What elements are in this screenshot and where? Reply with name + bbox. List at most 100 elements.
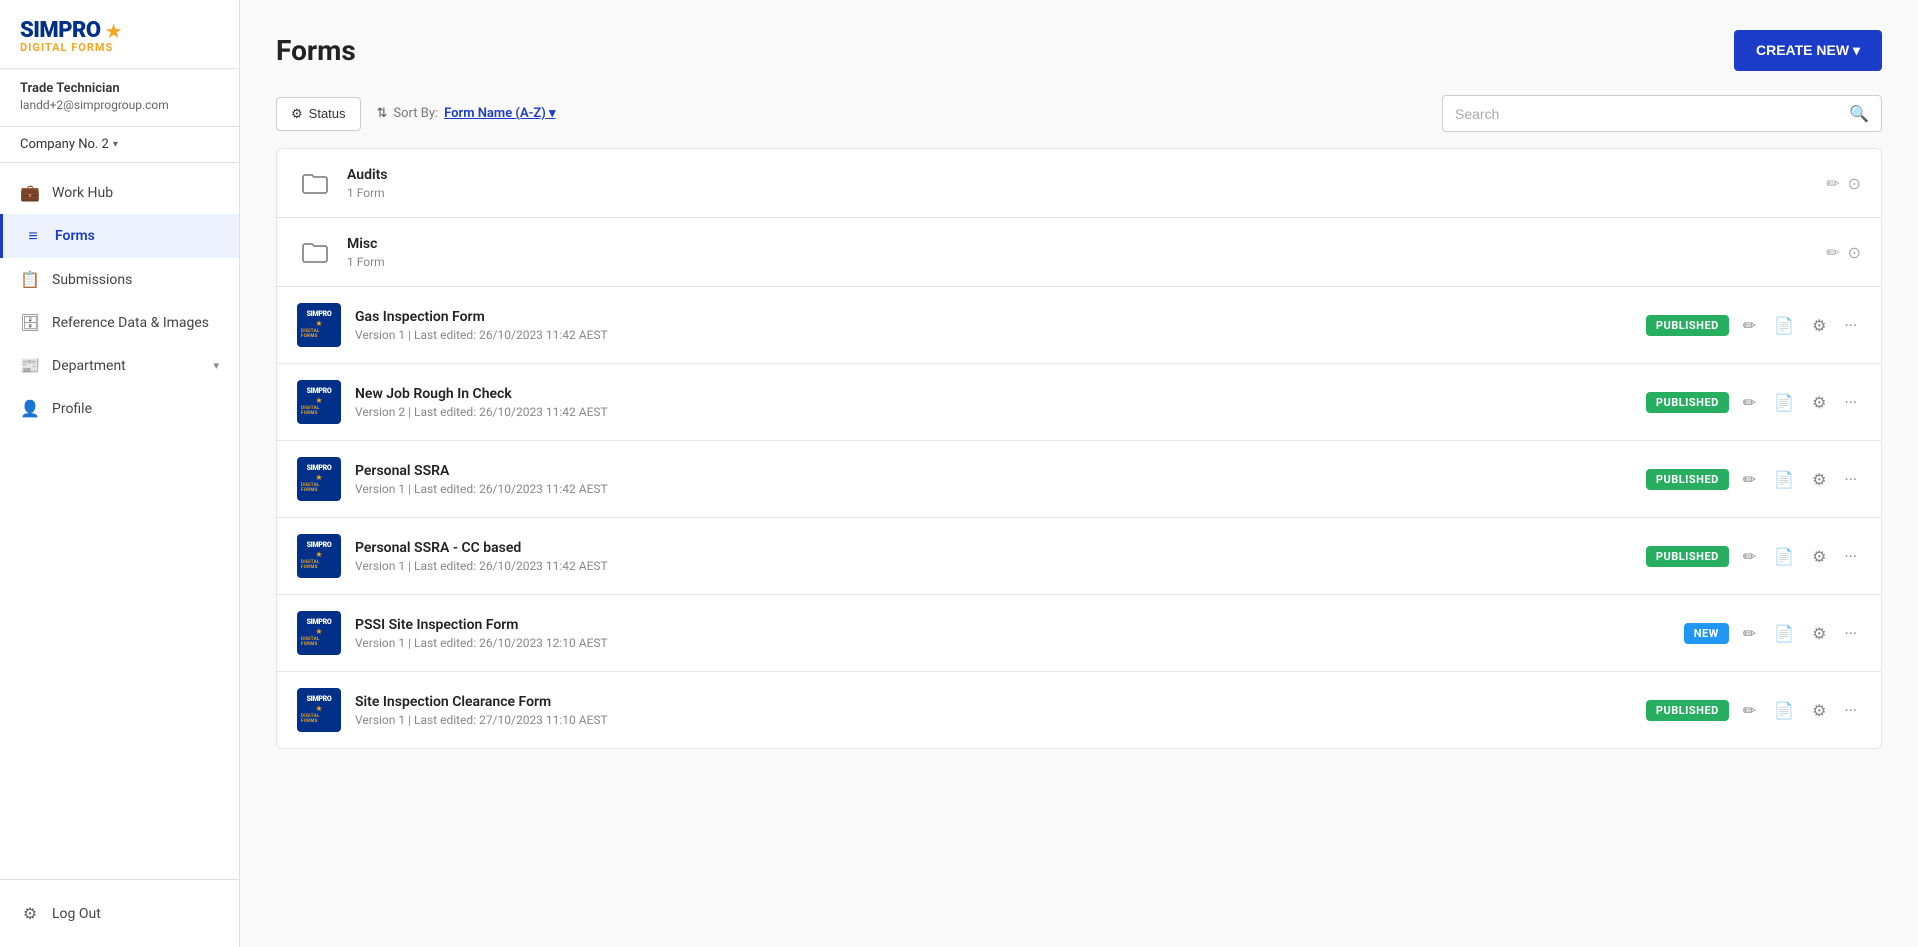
form-item: SIMPRO ★ DIGITAL FORMS Personal SSRA - C… [276,517,1882,594]
department-icon: 📰 [20,356,40,375]
form-logo: SIMPRO ★ DIGITAL FORMS [297,688,341,732]
sidebar-item-logout[interactable]: ⚙ Log Out [0,892,239,935]
toolbar: ⚙ Status ⇅ Sort By: Form Name (A-Z) ▾ 🔍 [276,95,1882,132]
document-icon[interactable]: 📄 [1770,620,1798,647]
edit-icon[interactable]: ✏ [1739,620,1760,647]
form-logo: SIMPRO ★ DIGITAL FORMS [297,380,341,424]
folder-icon [297,234,333,270]
edit-icon[interactable]: ✏ [1739,697,1760,724]
settings-icon[interactable]: ⚙ [1808,620,1830,647]
status-badge: PUBLISHED [1646,546,1729,567]
sidebar-nav: 💼 Work Hub ≡ Forms 📋 Submissions 🗄 Refer… [0,163,239,879]
status-label: Status [309,106,346,121]
form-meta: Version 1 | Last edited: 26/10/2023 11:4… [355,559,1632,573]
sidebar-item-reference-data[interactable]: 🗄 Reference Data & Images [0,301,239,344]
form-actions: PUBLISHED ✏ 📄 ⚙ ··· [1646,466,1861,493]
sidebar-item-work-hub[interactable]: 💼 Work Hub [0,171,239,214]
edit-icon[interactable]: ✏ [1739,466,1760,493]
form-actions: PUBLISHED ✏ 📄 ⚙ ··· [1646,389,1861,416]
department-chevron-icon: ▾ [213,359,219,372]
sidebar-item-label: Profile [52,401,92,417]
folder-name: Audits [347,167,1812,183]
more-icon[interactable]: ··· [1840,466,1861,493]
more-icon[interactable]: ··· [1840,543,1861,570]
sidebar-item-forms[interactable]: ≡ Forms [0,214,239,258]
sidebar: SIMPRO ★ DIGITAL FORMS Trade Technician … [0,0,240,947]
form-info: Personal SSRA Version 1 | Last edited: 2… [355,463,1632,496]
form-logo: SIMPRO ★ DIGITAL FORMS [297,457,341,501]
page-header: Forms CREATE NEW ▾ [276,30,1882,71]
company-selector[interactable]: Company No. 2 ▾ [0,127,239,163]
document-icon[interactable]: 📄 [1770,312,1798,339]
edit-icon[interactable]: ✏ [1739,312,1760,339]
status-badge: PUBLISHED [1646,315,1729,336]
settings-icon[interactable]: ⚙ [1808,697,1830,724]
status-badge: PUBLISHED [1646,700,1729,721]
form-name: Gas Inspection Form [355,309,1632,325]
sidebar-item-label: Forms [55,228,95,244]
document-icon[interactable]: 📄 [1770,697,1798,724]
forms-list: Audits 1 Form ✏ ⊙ Misc 1 Form ✏ ⊙ [276,148,1882,749]
settings-icon[interactable]: ⚙ [1808,543,1830,570]
logo-star-icon: ★ [105,19,123,43]
user-email: landd+2@simprogroup.com [20,98,219,112]
settings-folder-icon[interactable]: ⊙ [1848,174,1861,193]
sidebar-item-label: Work Hub [52,185,113,201]
search-input[interactable] [1455,106,1849,122]
more-icon[interactable]: ··· [1840,697,1861,724]
form-info: Personal SSRA - CC based Version 1 | Las… [355,540,1632,573]
settings-folder-icon[interactable]: ⊙ [1848,243,1861,262]
edit-icon[interactable]: ✏ [1739,543,1760,570]
page-title: Forms [276,34,356,67]
create-new-button[interactable]: CREATE NEW ▾ [1734,30,1882,71]
folder-item-misc: Misc 1 Form ✏ ⊙ [276,217,1882,286]
profile-icon: 👤 [20,399,40,418]
form-name: Personal SSRA - CC based [355,540,1632,556]
document-icon[interactable]: 📄 [1770,466,1798,493]
main-content: Forms CREATE NEW ▾ ⚙ Status ⇅ Sort By: F… [240,0,1918,947]
sort-prefix-label: Sort By: [393,106,438,121]
search-box: 🔍 [1442,95,1882,132]
folder-info: Audits 1 Form [347,167,1812,200]
status-badge: PUBLISHED [1646,469,1729,490]
edit-folder-icon[interactable]: ✏ [1826,174,1839,193]
sidebar-bottom: ⚙ Log Out [0,879,239,947]
logo-area: SIMPRO ★ DIGITAL FORMS [0,0,239,69]
user-name: Trade Technician [20,81,219,96]
form-item: SIMPRO ★ DIGITAL FORMS Personal SSRA Ver… [276,440,1882,517]
edit-icon[interactable]: ✏ [1739,389,1760,416]
status-badge: NEW [1684,623,1729,644]
forms-icon: ≡ [23,226,43,246]
form-item: SIMPRO ★ DIGITAL FORMS Site Inspection C… [276,671,1882,749]
form-meta: Version 1 | Last edited: 26/10/2023 11:4… [355,328,1632,342]
edit-folder-icon[interactable]: ✏ [1826,243,1839,262]
settings-icon[interactable]: ⚙ [1808,466,1830,493]
reference-data-icon: 🗄 [20,313,40,332]
form-logo: SIMPRO ★ DIGITAL FORMS [297,534,341,578]
folder-actions: ✏ ⊙ [1826,174,1861,193]
form-name: PSSI Site Inspection Form [355,617,1670,633]
settings-icon[interactable]: ⚙ [1808,389,1830,416]
form-name: New Job Rough In Check [355,386,1632,402]
settings-icon[interactable]: ⚙ [1808,312,1830,339]
folder-count: 1 Form [347,255,1812,269]
logo-simpro-text: SIMPRO [20,18,101,43]
sort-value-button[interactable]: Form Name (A-Z) ▾ [444,106,555,121]
sidebar-item-department[interactable]: 📰 Department ▾ [0,344,239,387]
company-name: Company No. 2 [20,137,109,152]
folder-icon [297,165,333,201]
status-filter-button[interactable]: ⚙ Status [276,97,361,131]
form-actions: PUBLISHED ✏ 📄 ⚙ ··· [1646,312,1861,339]
folder-name: Misc [347,236,1812,252]
document-icon[interactable]: 📄 [1770,389,1798,416]
logout-label: Log Out [52,906,101,922]
sort-icon: ⇅ [377,106,388,121]
form-item: SIMPRO ★ DIGITAL FORMS Gas Inspection Fo… [276,286,1882,363]
sidebar-item-submissions[interactable]: 📋 Submissions [0,258,239,301]
more-icon[interactable]: ··· [1840,389,1861,416]
more-icon[interactable]: ··· [1840,620,1861,647]
logo-tagline: DIGITAL FORMS [20,41,219,54]
more-icon[interactable]: ··· [1840,312,1861,339]
sidebar-item-profile[interactable]: 👤 Profile [0,387,239,430]
document-icon[interactable]: 📄 [1770,543,1798,570]
